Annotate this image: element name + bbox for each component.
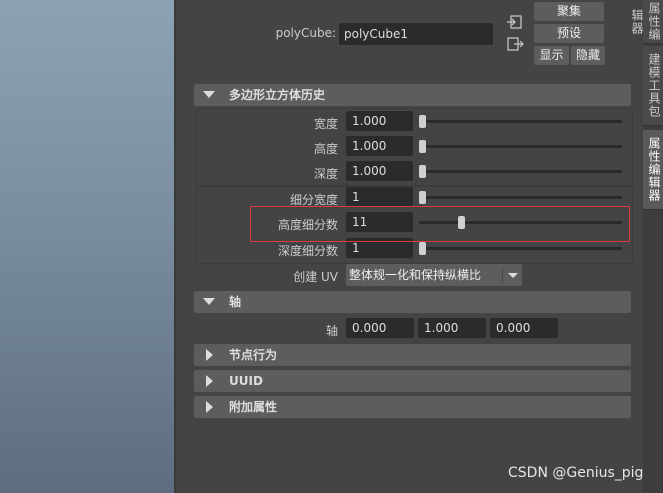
expand-arrow-icon — [203, 370, 217, 392]
height-slider-handle[interactable] — [419, 140, 426, 153]
subdiv-width-slider-handle[interactable] — [419, 191, 426, 204]
axis-x-field[interactable]: 0.000 — [346, 318, 414, 338]
input-connection-icon[interactable] — [506, 14, 524, 30]
expand-arrow-icon — [203, 344, 217, 366]
width-label: 宽度 — [313, 117, 338, 131]
width-slider-track[interactable] — [419, 120, 622, 123]
side-tab-attribute-editor[interactable]: 属性编辑器 — [643, 130, 663, 210]
extra-attributes-section-header[interactable]: 附加属性 — [194, 396, 631, 418]
depth-slider-handle[interactable] — [419, 165, 426, 178]
section-title: UUID — [229, 374, 263, 388]
node-label: polyCube: — [275, 26, 336, 40]
section-title: 多边形立方体历史 — [229, 88, 326, 102]
node-behavior-section-header[interactable]: 节点行为 — [194, 344, 631, 366]
show-button[interactable]: 显示 — [534, 46, 569, 65]
side-tab-modeling-toolkit[interactable]: 建模工具包 — [643, 46, 663, 126]
side-tab-attribute-editor-top[interactable]: 属性编辑器 — [630, 0, 663, 44]
section-title: 附加属性 — [229, 400, 278, 414]
width-slider-handle[interactable] — [419, 115, 426, 128]
width-field[interactable]: 1.000 — [346, 111, 413, 131]
watermark: CSDN @Genius_pig — [508, 465, 644, 481]
create-uv-label: 创建 UV — [293, 270, 338, 284]
focus-button[interactable]: 聚集 — [534, 2, 604, 21]
dropdown-separator — [502, 267, 503, 283]
axis-label: 轴 — [325, 324, 338, 338]
output-connection-icon[interactable] — [506, 36, 524, 52]
height-label: 高度 — [313, 142, 338, 156]
section-title: 轴 — [229, 295, 242, 309]
depth-field[interactable]: 1.000 — [346, 161, 413, 181]
subdiv-width-slider-track[interactable] — [419, 196, 622, 199]
axis-z-field[interactable]: 0.000 — [490, 318, 558, 338]
create-uv-value: 整体规一化和保持纵横比 — [349, 268, 482, 282]
height-slider-track[interactable] — [419, 145, 622, 148]
hide-button[interactable]: 隐藏 — [571, 46, 605, 65]
section-title: 节点行为 — [229, 348, 278, 362]
node-name-field[interactable]: polyCube1 — [339, 23, 493, 45]
history-section-header[interactable]: 多边形立方体历史 — [194, 84, 631, 106]
subdiv-depth-label: 深度细分数 — [277, 244, 338, 258]
highlight-box — [250, 206, 630, 242]
depth-slider-track[interactable] — [419, 170, 622, 173]
subdiv-width-field[interactable]: 1 — [346, 187, 413, 207]
collapse-arrow-icon — [203, 291, 217, 313]
axis-y-field[interactable]: 1.000 — [418, 318, 486, 338]
subdiv-depth-slider-track[interactable] — [419, 247, 622, 250]
depth-label: 深度 — [313, 167, 338, 181]
height-field[interactable]: 1.000 — [346, 136, 413, 156]
axis-section-header[interactable]: 轴 — [194, 291, 631, 313]
collapse-arrow-icon — [203, 84, 217, 106]
uuid-section-header[interactable]: UUID — [194, 370, 631, 392]
subdiv-depth-slider-handle[interactable] — [419, 242, 426, 255]
viewport-background — [0, 0, 174, 493]
presets-button[interactable]: 预设 — [534, 24, 604, 43]
dropdown-arrow-icon — [508, 273, 518, 278]
create-uv-dropdown[interactable]: 整体规一化和保持纵横比 — [346, 264, 522, 286]
expand-arrow-icon — [203, 396, 217, 418]
